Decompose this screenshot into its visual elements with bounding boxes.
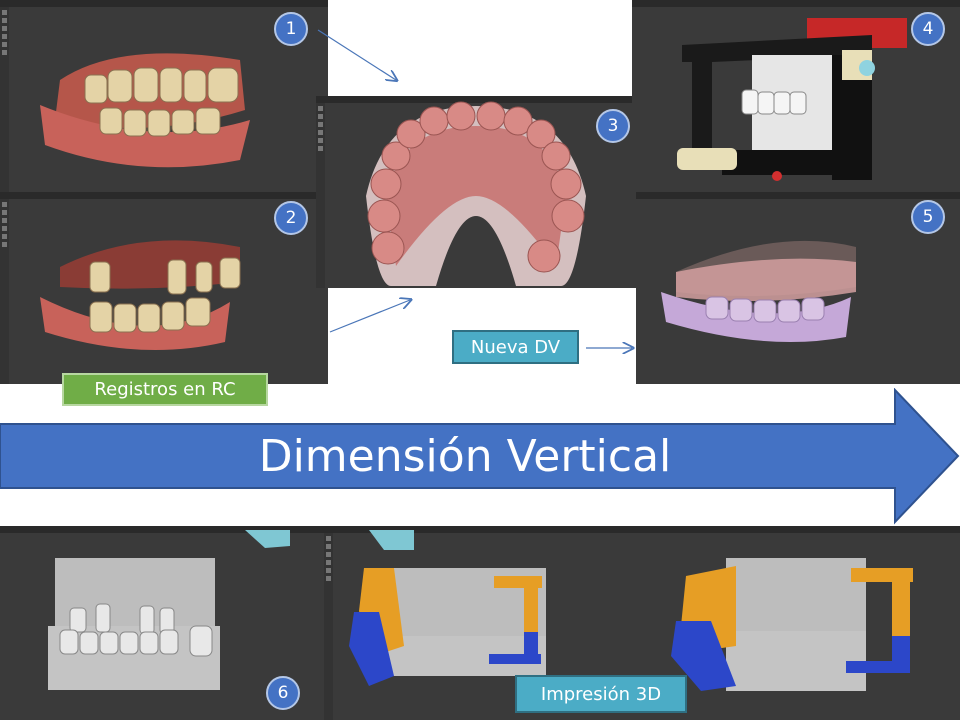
dental-arch-image bbox=[366, 101, 586, 286]
impresion-label: Impresión 3D bbox=[515, 675, 687, 713]
step-badge-4: 4 bbox=[911, 12, 945, 46]
step-badge-5: 5 bbox=[911, 200, 945, 234]
banner-title: Dimensión Vertical bbox=[258, 430, 672, 482]
step-badge-2: 2 bbox=[274, 201, 308, 235]
screenshot-arch-occlusal bbox=[316, 96, 636, 288]
step-badge-3: 3 bbox=[596, 109, 630, 143]
screenshot-articulator-print-b bbox=[656, 526, 960, 720]
nueva-dv-label: Nueva DV bbox=[452, 330, 579, 364]
step-badge-6: 6 bbox=[266, 676, 300, 710]
printed-articulator-image bbox=[671, 558, 913, 691]
step-badge-1: 1 bbox=[274, 12, 308, 46]
registros-label: Registros en RC bbox=[62, 373, 268, 406]
